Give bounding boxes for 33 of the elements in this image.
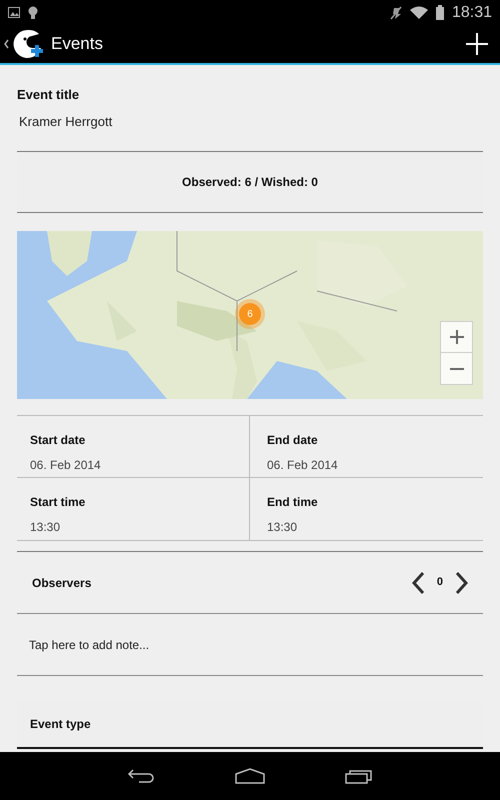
plus-icon: [450, 330, 464, 344]
date-value[interactable]: 06. Feb 2014: [30, 456, 249, 474]
date-label: Start time: [30, 494, 86, 511]
previous-icon[interactable]: [410, 570, 425, 594]
recent-apps-icon[interactable]: [345, 768, 373, 784]
back-button[interactable]: [4, 29, 43, 59]
event-title-value: Kramer Herrgott: [19, 112, 114, 131]
date-value[interactable]: 13:30: [30, 518, 249, 536]
field-label: Event title: [17, 86, 80, 104]
battery-icon: [436, 5, 444, 20]
observer-count: 0: [436, 575, 443, 590]
image-icon: [8, 7, 20, 18]
back-nav-icon[interactable]: [127, 768, 155, 784]
observers-label: Observers: [32, 574, 92, 592]
note-field[interactable]: Tap here to add note...: [29, 636, 463, 654]
lightbulb-icon: [28, 6, 38, 20]
date-label: End date: [267, 432, 319, 449]
date-label: End time: [267, 494, 319, 511]
observed-summary: Observed: 6 / Wished: 0: [182, 174, 318, 191]
minus-icon: [450, 368, 464, 370]
wifi-icon: [410, 6, 428, 19]
status-time: 18:31: [452, 2, 492, 22]
event-type-label: Event type: [30, 716, 91, 733]
date-value[interactable]: 06. Feb 2014: [267, 456, 483, 474]
back-caret-icon: [4, 39, 9, 49]
mute-icon: [390, 6, 402, 20]
add-icon[interactable]: [466, 33, 488, 55]
home-icon[interactable]: [235, 768, 265, 784]
next-icon[interactable]: [455, 570, 469, 594]
date-label: Start date: [30, 432, 86, 449]
bird-logo-icon: [13, 29, 43, 59]
date-value[interactable]: 13:30: [267, 518, 483, 536]
screen-title: Events: [51, 33, 103, 56]
